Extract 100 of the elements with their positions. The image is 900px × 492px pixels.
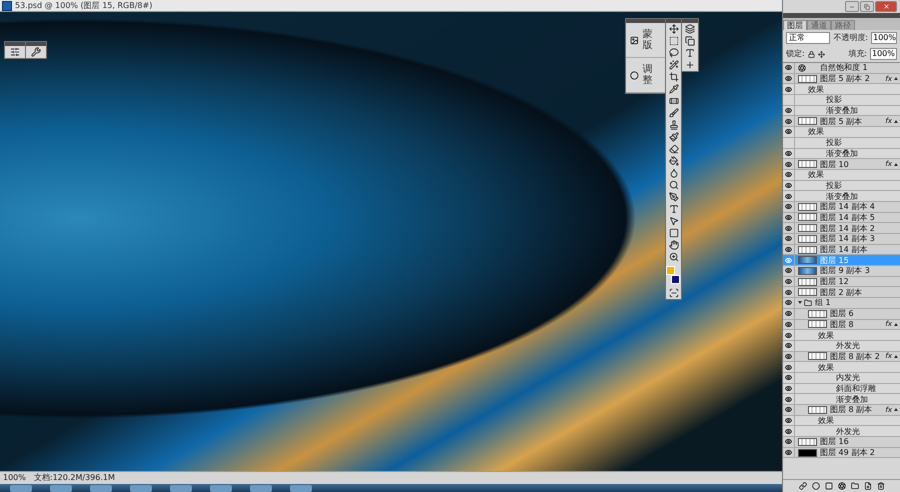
panel-label[interactable]: 调整 xyxy=(642,64,662,86)
eye-icon[interactable] xyxy=(785,107,792,114)
eye-icon[interactable] xyxy=(785,203,792,210)
layer-effect-row[interactable]: 投影 xyxy=(783,138,900,148)
eye-icon[interactable] xyxy=(785,64,792,72)
eye-icon[interactable] xyxy=(785,214,792,221)
trash-icon[interactable] xyxy=(876,482,884,490)
eye-icon[interactable] xyxy=(785,310,792,318)
layer-row[interactable]: 图层 14 副本 2 xyxy=(783,223,900,234)
layer-row[interactable]: 组 1 xyxy=(783,298,900,309)
eye-icon[interactable] xyxy=(785,160,792,168)
layer-effect-row[interactable]: 效果 xyxy=(783,127,900,138)
eye-icon[interactable] xyxy=(785,438,792,446)
eyedropper-icon[interactable] xyxy=(668,84,678,94)
eye-icon[interactable] xyxy=(785,332,792,339)
eye-icon[interactable] xyxy=(785,75,792,82)
eye-icon[interactable] xyxy=(785,128,792,136)
collapse-triangle-icon[interactable] xyxy=(894,120,898,123)
layer-effect-row[interactable]: 效果 xyxy=(783,362,900,373)
collapse-triangle-icon[interactable] xyxy=(894,162,898,166)
eye-icon[interactable] xyxy=(785,246,792,254)
layer-effect-row[interactable]: 外发光 xyxy=(783,340,900,352)
eye-icon[interactable] xyxy=(785,182,792,189)
panel-tab[interactable]: 图层 xyxy=(783,20,807,30)
panel-icon[interactable] xyxy=(685,24,695,34)
layer-effect-row[interactable]: 投影 xyxy=(783,95,900,106)
pen-tool-icon[interactable] xyxy=(668,192,678,202)
lasso-tool-icon[interactable] xyxy=(668,48,678,58)
eye-icon[interactable] xyxy=(785,235,792,242)
eye-icon[interactable] xyxy=(785,150,792,157)
collapse-triangle-icon[interactable] xyxy=(894,77,898,80)
layer-row[interactable]: 图层 6 xyxy=(783,308,900,320)
layer-effect-row[interactable]: 投影 xyxy=(783,180,900,192)
expand-triangle-icon[interactable] xyxy=(798,301,802,304)
eye-icon[interactable] xyxy=(785,299,792,306)
collapse-triangle-icon[interactable] xyxy=(894,354,898,358)
crop-tool-icon[interactable] xyxy=(668,72,678,82)
marquee-tool-icon[interactable] xyxy=(668,36,678,46)
layer-effect-row[interactable]: 渐变叠加 xyxy=(783,106,900,116)
shape-tool-icon[interactable] xyxy=(668,228,678,238)
stamp-tool-icon[interactable] xyxy=(668,120,678,130)
eye-icon[interactable] xyxy=(785,192,792,200)
panel-label[interactable]: 蒙版 xyxy=(642,29,662,51)
eye-icon[interactable] xyxy=(785,86,792,93)
sliders-icon[interactable] xyxy=(10,47,20,57)
eye-icon[interactable] xyxy=(785,118,792,125)
collapse-triangle-icon[interactable] xyxy=(894,408,898,412)
layer-effect-row[interactable]: 渐变叠加 xyxy=(783,191,900,202)
layer-row[interactable]: 图层 14 副本 3 xyxy=(783,234,900,245)
layer-row[interactable]: 图层 2 副本 xyxy=(783,287,900,298)
layer-effect-row[interactable]: 渐变叠加 xyxy=(783,148,900,160)
layer-effect-row[interactable]: 效果 xyxy=(783,170,900,181)
folder-icon[interactable] xyxy=(850,482,858,490)
eye-icon[interactable] xyxy=(785,417,792,424)
new-layer-icon[interactable] xyxy=(864,482,872,490)
tool-icon[interactable] xyxy=(31,47,41,57)
eye-icon[interactable] xyxy=(785,374,792,382)
move-lock-icon[interactable] xyxy=(818,50,825,58)
layer-row[interactable]: 图层 14 副本 5 xyxy=(783,212,900,224)
eye-icon[interactable] xyxy=(785,288,792,296)
layer-effect-row[interactable]: 渐变叠加 xyxy=(783,394,900,405)
eraser-tool-icon[interactable] xyxy=(668,144,678,154)
color-swatch[interactable] xyxy=(666,266,674,275)
path-selection-icon[interactable] xyxy=(668,216,678,226)
eye-icon[interactable] xyxy=(785,406,792,414)
blend-mode-dropdown[interactable]: 正常 xyxy=(786,32,830,44)
eye-icon[interactable] xyxy=(785,342,792,350)
eye-icon[interactable] xyxy=(785,267,792,274)
eye-icon[interactable] xyxy=(785,352,792,360)
layer-effect-row[interactable]: 内发光 xyxy=(783,372,900,384)
collapse-triangle-icon[interactable] xyxy=(894,322,898,326)
hand-tool-icon[interactable] xyxy=(668,240,678,250)
layer-effect-row[interactable]: 效果 xyxy=(783,330,900,341)
lock-icon[interactable] xyxy=(808,50,815,58)
layer-row[interactable]: 图层 9 副本 3 xyxy=(783,266,900,277)
layer-effect-row[interactable]: 效果 xyxy=(783,84,900,96)
layer-effect-row[interactable]: 外发光 xyxy=(783,426,900,438)
healing-brush-icon[interactable] xyxy=(668,96,678,106)
eye-icon[interactable] xyxy=(785,171,792,178)
zoom-tool-icon[interactable] xyxy=(668,252,678,262)
type-tool-icon[interactable] xyxy=(668,204,678,214)
eye-icon[interactable] xyxy=(785,320,792,328)
color-swatch[interactable] xyxy=(670,275,680,284)
eye-icon[interactable] xyxy=(785,449,792,456)
restore-button[interactable] xyxy=(860,1,874,12)
character-icon[interactable] xyxy=(685,48,695,58)
move-tool-icon[interactable] xyxy=(668,24,678,34)
layer-row[interactable]: 自然饱和度 1 xyxy=(783,63,900,74)
opacity-field[interactable]: 100% xyxy=(871,32,897,44)
layer-row[interactable]: 图层 14 副本 xyxy=(783,244,900,256)
close-button[interactable] xyxy=(875,1,897,12)
fill-field[interactable]: 100% xyxy=(870,48,897,60)
layer-row[interactable]: 图层 16 xyxy=(783,437,900,448)
eye-icon[interactable] xyxy=(785,428,792,435)
layer-row[interactable]: 图层 12 xyxy=(783,276,900,288)
document-tab[interactable]: 53.psd @ 100% (图层 15, RGB/8#) xyxy=(0,0,782,12)
layer-effect-row[interactable]: 斜面和浮雕 xyxy=(783,384,900,394)
eye-icon[interactable] xyxy=(785,384,792,392)
eye-icon[interactable] xyxy=(785,224,792,232)
blur-tool-icon[interactable] xyxy=(668,168,678,178)
